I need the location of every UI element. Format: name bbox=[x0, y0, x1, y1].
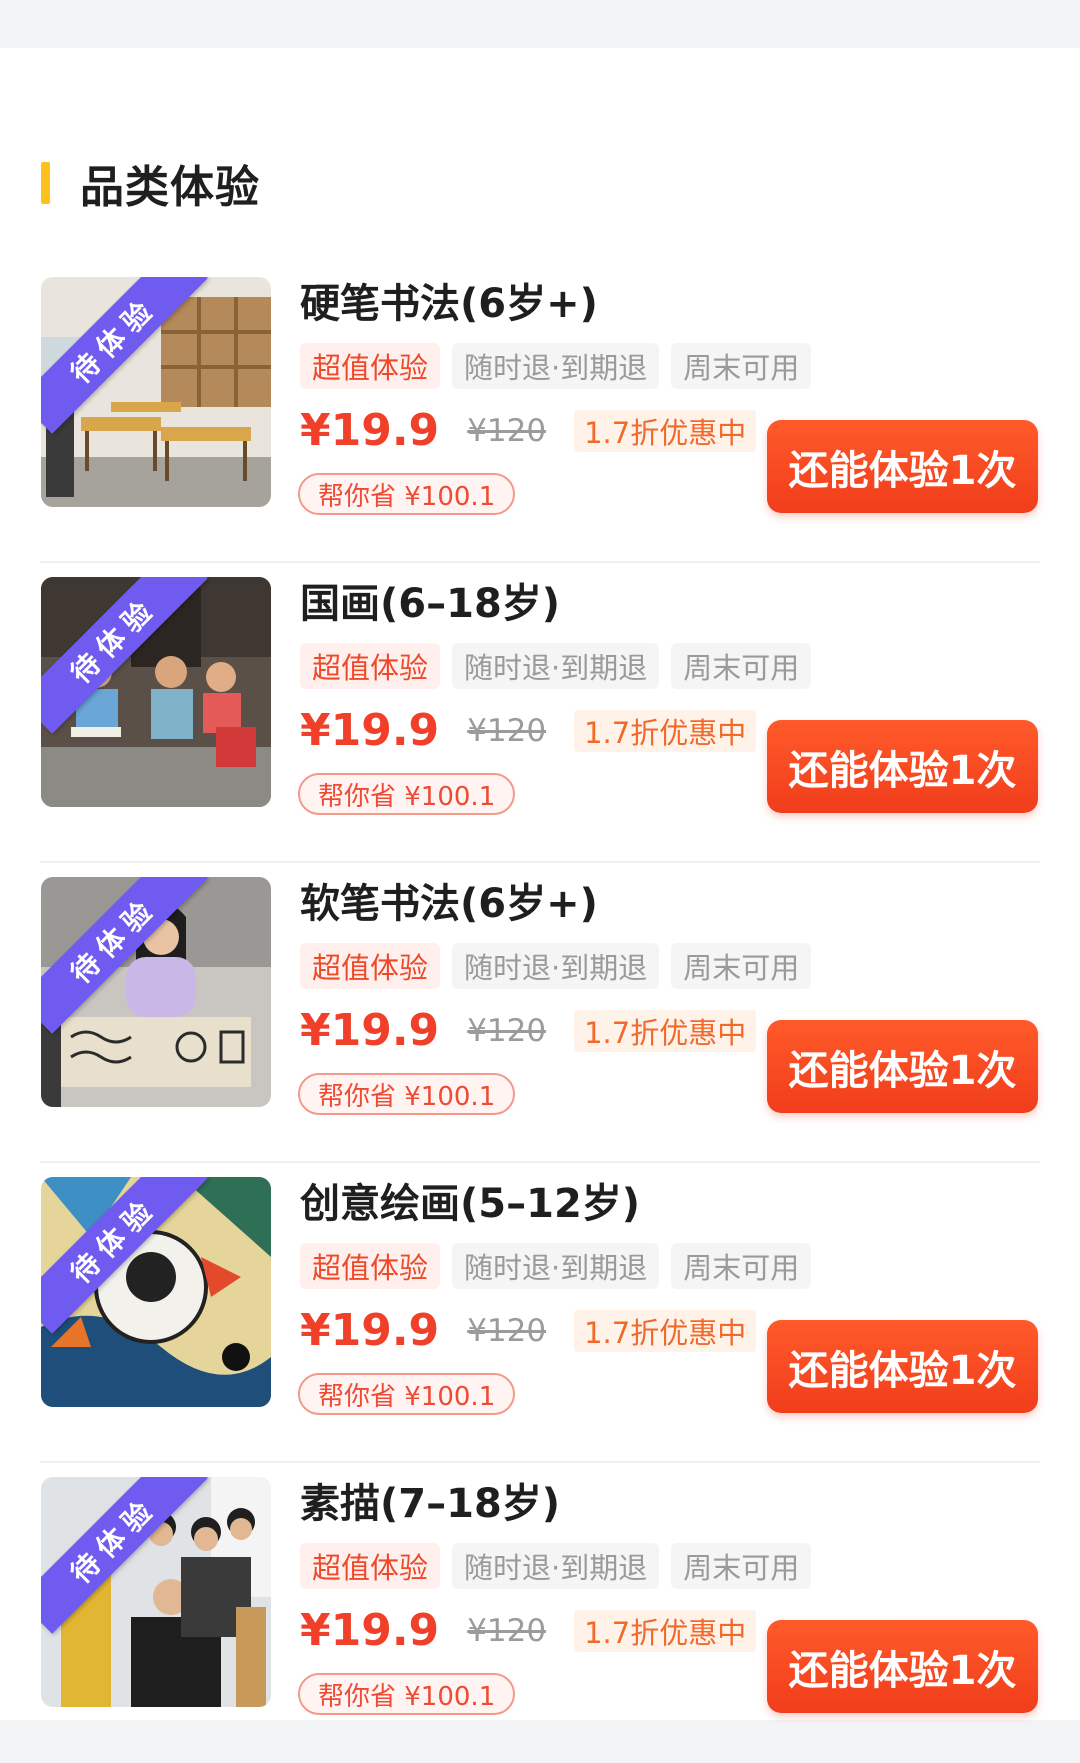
price-row: ¥19.9 ¥120 1.7折优惠中 bbox=[300, 1005, 757, 1056]
tag-value: 超值体验 bbox=[300, 1243, 441, 1289]
course-item[interactable]: 待体验 国画(6–18岁) 超值体验 随时退·到期退 周末可用 ¥19.9 ¥1… bbox=[0, 563, 1080, 863]
course-item[interactable]: 待体验 创意绘画(5–12岁) 超值体验 随时退·到期退 周末可用 ¥19.9 … bbox=[0, 1163, 1080, 1463]
original-price: ¥120 bbox=[467, 1612, 547, 1649]
section-accent-bar bbox=[41, 162, 50, 204]
discount-badge: 1.7折优惠中 bbox=[574, 1609, 757, 1652]
price-row: ¥19.9 ¥120 1.7折优惠中 bbox=[300, 405, 757, 456]
price-row: ¥19.9 ¥120 1.7折优惠中 bbox=[300, 705, 757, 756]
tag-weekend: 周末可用 bbox=[671, 943, 812, 989]
course-title: 硬笔书法(6岁+) bbox=[300, 281, 598, 327]
price-row: ¥19.9 ¥120 1.7折优惠中 bbox=[300, 1305, 757, 1356]
price: ¥19.9 bbox=[300, 405, 440, 456]
tag-value: 超值体验 bbox=[300, 643, 441, 689]
tag-value: 超值体验 bbox=[300, 1543, 441, 1589]
course-thumbnail[interactable]: 待体验 bbox=[41, 877, 271, 1107]
tag-list: 超值体验 随时退·到期退 周末可用 bbox=[300, 943, 812, 989]
section-header: 品类体验 bbox=[41, 153, 260, 213]
course-list: 待体验 硬笔书法(6岁+) 超值体验 随时退·到期退 周末可用 ¥19.9 ¥1… bbox=[0, 263, 1080, 1763]
price: ¥19.9 bbox=[300, 1305, 440, 1356]
section-title: 品类体验 bbox=[80, 162, 260, 213]
savings-badge: 帮你省 ¥100.1 bbox=[298, 1673, 516, 1715]
course-title: 软笔书法(6岁+) bbox=[300, 881, 598, 927]
tag-list: 超值体验 随时退·到期退 周末可用 bbox=[300, 343, 812, 389]
tag-refund: 随时退·到期退 bbox=[452, 943, 660, 989]
course-item[interactable]: 待体验 软笔书法(6岁+) 超值体验 随时退·到期退 周末可用 ¥19.9 ¥1… bbox=[0, 863, 1080, 1163]
course-thumbnail[interactable]: 待体验 bbox=[41, 1177, 271, 1407]
savings-badge: 帮你省 ¥100.1 bbox=[298, 1373, 516, 1415]
price: ¥19.9 bbox=[300, 1605, 440, 1656]
price: ¥19.9 bbox=[300, 1005, 440, 1056]
tag-weekend: 周末可用 bbox=[671, 343, 812, 389]
tag-value: 超值体验 bbox=[300, 343, 441, 389]
savings-badge: 帮你省 ¥100.1 bbox=[298, 473, 516, 515]
discount-badge: 1.7折优惠中 bbox=[574, 709, 757, 752]
tag-list: 超值体验 随时退·到期退 周末可用 bbox=[300, 1243, 812, 1289]
course-thumbnail[interactable]: 待体验 bbox=[41, 1477, 271, 1707]
original-price: ¥120 bbox=[467, 412, 547, 449]
original-price: ¥120 bbox=[467, 1012, 547, 1049]
original-price: ¥120 bbox=[467, 712, 547, 749]
category-card: 品类体验 待体验 硬笔书法(6岁+) 超值体验 随时退·到期退 周末可用 ¥19… bbox=[0, 48, 1080, 1720]
tag-value: 超值体验 bbox=[300, 943, 441, 989]
discount-badge: 1.7折优惠中 bbox=[574, 1009, 757, 1052]
discount-badge: 1.7折优惠中 bbox=[574, 1309, 757, 1352]
price-row: ¥19.9 ¥120 1.7折优惠中 bbox=[300, 1605, 757, 1656]
tag-refund: 随时退·到期退 bbox=[452, 343, 660, 389]
course-item[interactable]: 待体验 素描(7–18岁) 超值体验 随时退·到期退 周末可用 ¥19.9 ¥1… bbox=[0, 1463, 1080, 1763]
course-thumbnail[interactable]: 待体验 bbox=[41, 277, 271, 507]
tag-weekend: 周末可用 bbox=[671, 1543, 812, 1589]
tag-list: 超值体验 随时退·到期退 周末可用 bbox=[300, 1543, 812, 1589]
price: ¥19.9 bbox=[300, 705, 440, 756]
experience-button[interactable]: 还能体验1次 bbox=[767, 720, 1038, 813]
course-thumbnail[interactable]: 待体验 bbox=[41, 577, 271, 807]
course-title: 素描(7–18岁) bbox=[300, 1481, 561, 1527]
tag-refund: 随时退·到期退 bbox=[452, 1243, 660, 1289]
savings-badge: 帮你省 ¥100.1 bbox=[298, 1073, 516, 1115]
experience-button[interactable]: 还能体验1次 bbox=[767, 1320, 1038, 1413]
experience-button[interactable]: 还能体验1次 bbox=[767, 1620, 1038, 1713]
course-item[interactable]: 待体验 硬笔书法(6岁+) 超值体验 随时退·到期退 周末可用 ¥19.9 ¥1… bbox=[0, 263, 1080, 563]
course-title: 创意绘画(5–12岁) bbox=[300, 1181, 641, 1227]
tag-refund: 随时退·到期退 bbox=[452, 643, 660, 689]
experience-button[interactable]: 还能体验1次 bbox=[767, 1020, 1038, 1113]
experience-button[interactable]: 还能体验1次 bbox=[767, 420, 1038, 513]
course-title: 国画(6–18岁) bbox=[300, 581, 561, 627]
tag-list: 超值体验 随时退·到期退 周末可用 bbox=[300, 643, 812, 689]
original-price: ¥120 bbox=[467, 1312, 547, 1349]
tag-weekend: 周末可用 bbox=[671, 643, 812, 689]
discount-badge: 1.7折优惠中 bbox=[574, 409, 757, 452]
savings-badge: 帮你省 ¥100.1 bbox=[298, 773, 516, 815]
tag-refund: 随时退·到期退 bbox=[452, 1543, 660, 1589]
tag-weekend: 周末可用 bbox=[671, 1243, 812, 1289]
